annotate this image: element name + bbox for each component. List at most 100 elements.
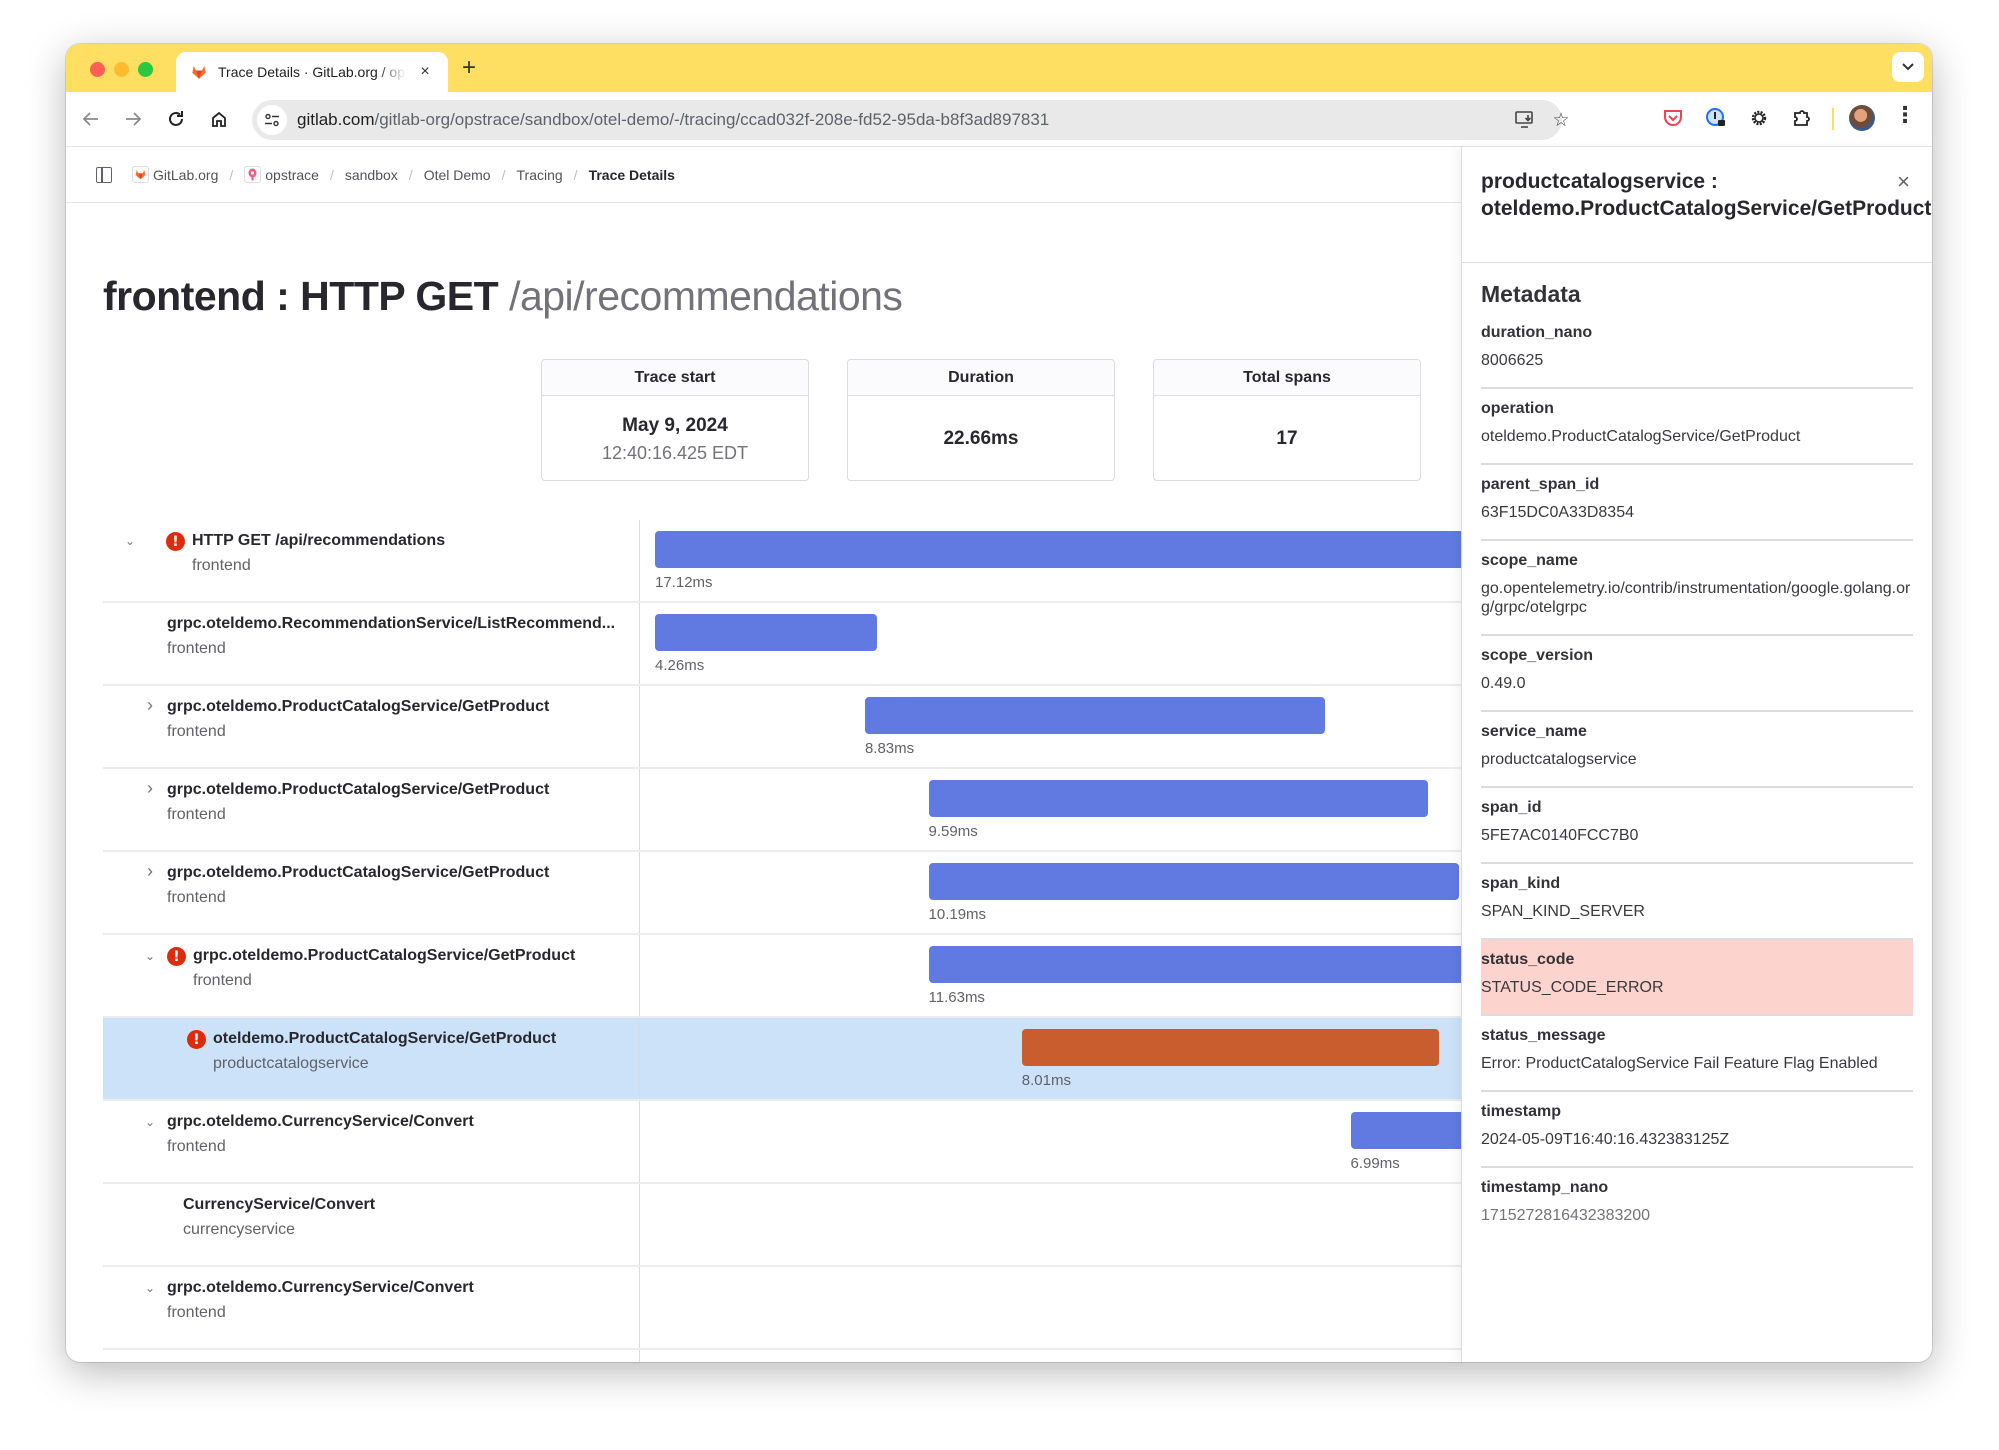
span-duration-bar[interactable]	[928, 946, 1461, 983]
span-timeline	[640, 1184, 1461, 1265]
maximize-window-button[interactable]	[138, 62, 153, 77]
breadcrumb-item-gitlab-org[interactable]: GitLab.org	[132, 166, 218, 183]
span-service: frontend	[167, 889, 226, 906]
arrow-left-icon	[82, 112, 98, 126]
install-app-icon[interactable]	[1514, 109, 1536, 131]
chevron-right-icon[interactable]: ›	[143, 778, 157, 799]
minimize-window-button[interactable]	[114, 62, 129, 77]
breadcrumb-item-sandbox[interactable]: sandbox	[345, 167, 398, 183]
metadata-value: oteldemo.ProductCatalogService/GetProduc…	[1481, 428, 1801, 445]
span-name[interactable]: grpc.oteldemo.RecommendationService/List…	[167, 615, 615, 633]
metadata-key: status_code	[1481, 951, 1575, 968]
span-duration-bar[interactable]	[1350, 1112, 1461, 1149]
new-tab-button[interactable]: +	[462, 54, 476, 82]
password-manager-extension-icon[interactable]	[1703, 105, 1729, 131]
metadata-item-span-kind: span_kind SPAN_KIND_SERVER	[1481, 864, 1913, 940]
span-service: frontend	[167, 723, 226, 740]
span-row[interactable]: ! oteldemo.ProductCatalogService/GetProdu…	[103, 1018, 1461, 1101]
error-icon: !	[167, 947, 186, 966]
span-row-info: › grpc.oteldemo.ProductCatalogService/Get…	[103, 686, 640, 767]
span-name[interactable]: grpc.oteldemo.ProductCatalogService/GetP…	[167, 864, 549, 882]
span-name[interactable]: HTTP GET /api/recommendations	[192, 532, 445, 550]
span-name[interactable]: CurrencyService/Convert	[183, 1196, 375, 1214]
tab-search-button[interactable]	[1892, 52, 1924, 82]
chevron-right-icon[interactable]: ›	[143, 695, 157, 716]
span-duration-bar[interactable]	[928, 780, 1429, 817]
span-duration-bar[interactable]	[928, 863, 1460, 900]
span-timeline: 8.83ms	[640, 686, 1461, 767]
metadata-key: service_name	[1481, 723, 1587, 740]
span-name[interactable]: grpc.oteldemo.CurrencyService/Convert	[167, 1113, 474, 1131]
breadcrumb-item-otel-demo[interactable]: Otel Demo	[424, 167, 491, 183]
span-row-info: ⌄! HTTP GET /api/recommendations frontend	[103, 520, 640, 601]
arrow-right-icon	[126, 112, 142, 126]
metadata-value: 8006625	[1481, 352, 1544, 369]
profile-avatar[interactable]	[1849, 105, 1875, 131]
chevron-down-icon[interactable]: ⌄	[123, 534, 137, 548]
span-row[interactable]: › grpc.oteldemo.ProductCatalogService/Get…	[103, 852, 1461, 935]
span-duration-label: 6.99ms	[1350, 1155, 1400, 1172]
span-row[interactable]: grpc.oteldemo.RecommendationService/List…	[103, 603, 1461, 686]
gitlab-org-avatar-icon	[132, 166, 149, 183]
span-row[interactable]: › grpc.oteldemo.ProductCatalogService/Get…	[103, 769, 1461, 852]
span-row[interactable]: ⌄! HTTP GET /api/recommendations frontend 1…	[103, 520, 1461, 603]
sidebar-toggle-icon[interactable]	[96, 166, 112, 183]
span-row-info: grpc.oteldemo.RecommendationService/List…	[103, 603, 640, 684]
span-duration-bar[interactable]	[655, 614, 877, 651]
span-row[interactable]: ⌄ grpc.oteldemo.CurrencyService/Convert fr…	[103, 1267, 1461, 1350]
span-name[interactable]: grpc.oteldemo.ProductCatalogService/GetP…	[193, 947, 575, 965]
span-row[interactable]: CurrencyService/Convertcurrencyservice	[103, 1184, 1461, 1267]
forward-button[interactable]	[120, 106, 146, 132]
metadata-key: parent_span_id	[1481, 476, 1600, 493]
span-name[interactable]: grpc.oteldemo.ProductCatalogService/GetP…	[167, 698, 549, 716]
duration-value: 22.66ms	[943, 428, 1019, 449]
home-button[interactable]	[206, 106, 232, 132]
span-duration-label: 17.12ms	[655, 574, 713, 591]
metadata-value: SPAN_KIND_SERVER	[1481, 903, 1645, 920]
span-row-info: ⌄ grpc.oteldemo.CurrencyService/Convert fr…	[103, 1101, 640, 1182]
span-duration-label: 8.83ms	[864, 740, 915, 757]
tab-strip: Trace Details · GitLab.org / opstrace × …	[66, 44, 1932, 92]
span-row[interactable]: › grpc.oteldemo.ProductCatalogService/Get…	[103, 686, 1461, 769]
span-duration-bar[interactable]	[655, 531, 1461, 568]
span-duration-bar[interactable]	[864, 697, 1325, 734]
span-timeline: 6.99ms	[640, 1101, 1461, 1182]
span-row[interactable]: CurrencyService/Convertcurrencyservice	[103, 1350, 1461, 1362]
chevron-down-icon[interactable]: ⌄	[143, 1115, 157, 1129]
breadcrumb-item-opstrace[interactable]: opstrace	[244, 166, 319, 183]
span-duration-bar[interactable]	[1021, 1029, 1440, 1066]
span-timeline: 17.12ms	[640, 520, 1461, 601]
span-name[interactable]: grpc.oteldemo.CurrencyService/Convert	[167, 1279, 474, 1297]
total-spans-label: Total spans	[1154, 360, 1420, 396]
breadcrumb-item-tracing[interactable]: Tracing	[517, 167, 563, 183]
breadcrumb-item-trace-details: Trace Details	[588, 166, 675, 183]
chevron-down-icon[interactable]: ⌄	[143, 1281, 157, 1295]
site-info-icon[interactable]	[257, 105, 287, 135]
close-icon[interactable]: ×	[1897, 169, 1910, 195]
span-row-info: › grpc.oteldemo.ProductCatalogService/Get…	[103, 769, 640, 850]
chevron-down-icon[interactable]: ⌄	[143, 949, 157, 963]
browser-menu-icon[interactable]: ⋮	[1894, 104, 1916, 126]
page-title: frontend : HTTP GET /api/recommendations	[103, 273, 903, 320]
span-name[interactable]: grpc.oteldemo.ProductCatalogService/GetP…	[167, 781, 549, 799]
browser-tab-active[interactable]: Trace Details · GitLab.org / opstrace ×	[176, 52, 448, 92]
metadata-key: timestamp_nano	[1481, 1179, 1609, 1196]
metadata-key: span_id	[1481, 799, 1542, 816]
extensions-puzzle-icon[interactable]	[1789, 105, 1815, 131]
bookmark-star-icon[interactable]: ☆	[1550, 109, 1572, 131]
span-row[interactable]: ⌄! grpc.oteldemo.ProductCatalogService/Ge…	[103, 935, 1461, 1018]
tab-close-icon[interactable]: ×	[416, 63, 434, 81]
span-name[interactable]: oteldemo.ProductCatalogService/GetProduc…	[213, 1030, 556, 1048]
back-button[interactable]	[78, 106, 104, 132]
chevron-right-icon[interactable]: ›	[143, 861, 157, 882]
close-window-button[interactable]	[90, 62, 105, 77]
metadata-item-operation: operation oteldemo.ProductCatalogService/…	[1481, 389, 1913, 465]
span-row[interactable]: ⌄ grpc.oteldemo.CurrencyService/Convert fr…	[103, 1101, 1461, 1184]
metadata-value: 5FE7AC0140FCC7B0	[1481, 827, 1639, 844]
address-bar[interactable]: gitlab.com/gitlab-org/opstrace/sandbox/o…	[252, 100, 1570, 140]
span-row-info: CurrencyService/Convert currencyservice	[103, 1184, 640, 1265]
reload-button[interactable]	[163, 106, 189, 132]
pocket-extension-icon[interactable]	[1660, 105, 1686, 131]
settings-extension-icon[interactable]	[1746, 105, 1772, 131]
span-timeline: 4.26ms	[640, 603, 1461, 684]
